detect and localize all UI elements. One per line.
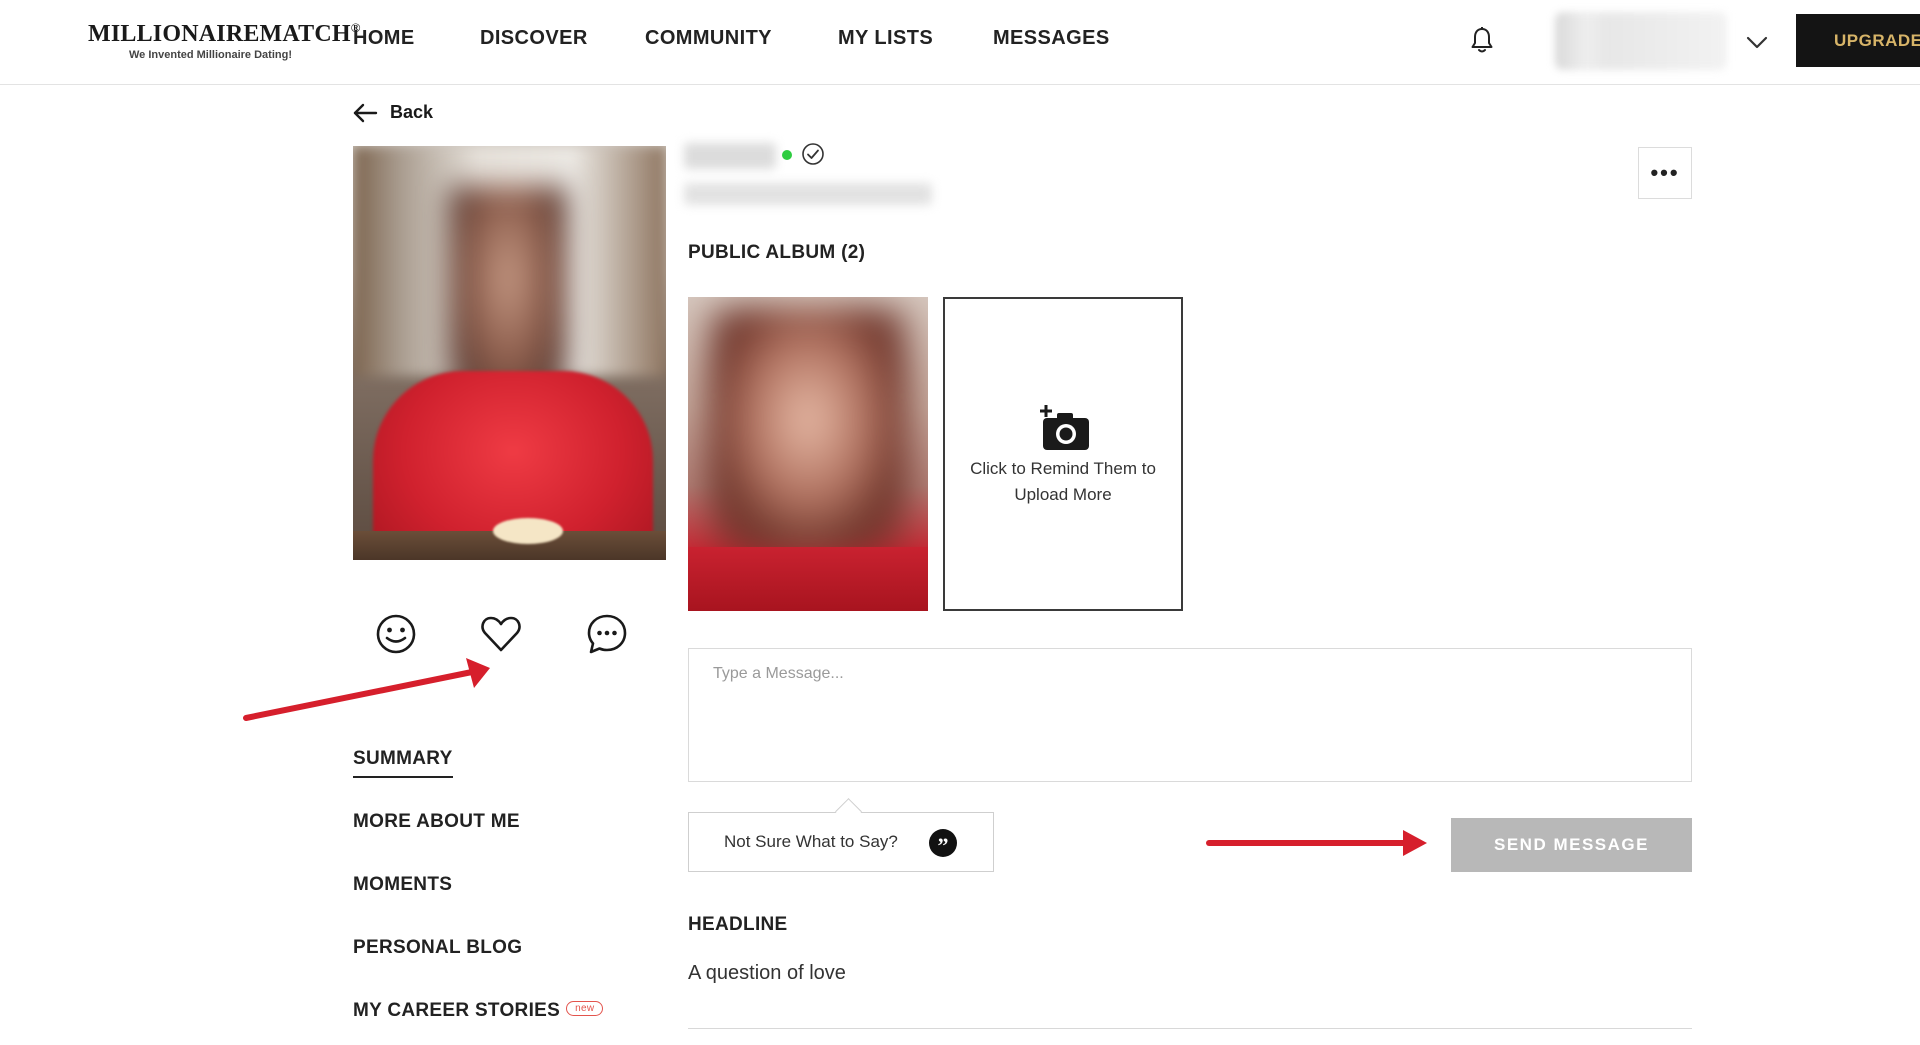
annotation-arrow-to-send xyxy=(1206,830,1427,856)
profile-main-photo[interactable] xyxy=(353,146,666,560)
new-badge: new xyxy=(566,1001,604,1017)
nav-discover[interactable]: DISCOVER xyxy=(480,27,588,50)
logo-tagline: We Invented Millionaire Dating! xyxy=(129,49,292,61)
nav-community[interactable]: COMMUNITY xyxy=(645,27,772,50)
heart-icon[interactable] xyxy=(479,612,523,656)
send-message-button[interactable]: SEND MESSAGE xyxy=(1451,818,1692,872)
more-options-button[interactable]: ••• xyxy=(1638,147,1692,199)
side-menu-my-career-stories[interactable]: MY CAREER STORIES new xyxy=(353,1000,604,1022)
side-menu-summary[interactable]: SUMMARY xyxy=(353,748,453,778)
nav-home[interactable]: HOME xyxy=(353,27,415,50)
online-status-dot xyxy=(782,150,792,160)
public-album-title: PUBLIC ALBUM (2) xyxy=(688,242,866,263)
annotation-arrow-to-heart xyxy=(243,658,490,721)
logo-wordmark: MILLIONAIREMATCH® xyxy=(88,20,361,47)
side-menu-personal-blog[interactable]: PERSONAL BLOG xyxy=(353,937,522,959)
profile-name-redacted xyxy=(684,143,776,169)
side-menu-more-about-me[interactable]: MORE ABOUT ME xyxy=(353,811,520,833)
back-link[interactable]: Back xyxy=(352,102,433,123)
site-logo[interactable]: MILLIONAIREMATCH® We Invented Millionair… xyxy=(88,20,361,61)
message-box xyxy=(688,648,1692,782)
not-sure-label: Not Sure What to Say? xyxy=(724,832,898,851)
upgrade-button[interactable]: UPGRADE xyxy=(1796,14,1920,67)
quote-icon: ” xyxy=(929,829,957,858)
nav-messages[interactable]: MESSAGES xyxy=(993,27,1110,50)
headline-title: HEADLINE xyxy=(688,914,788,935)
smile-icon[interactable] xyxy=(374,612,418,656)
back-label: Back xyxy=(390,102,434,122)
section-divider xyxy=(688,1028,1692,1029)
message-input[interactable] xyxy=(689,649,1691,781)
user-avatar-menu[interactable] xyxy=(1555,12,1727,70)
notification-bell-icon[interactable] xyxy=(1467,25,1497,55)
headline-text: A question of love xyxy=(688,962,846,984)
chat-icon[interactable] xyxy=(585,612,629,656)
nav-my-lists[interactable]: MY LISTS xyxy=(838,27,933,50)
verified-check-icon xyxy=(802,143,824,165)
side-menu-moments[interactable]: MOMENTS xyxy=(353,874,452,896)
not-sure-what-to-say-button[interactable]: Not Sure What to Say? ” xyxy=(688,798,994,872)
side-menu-my-career-stories-label: MY CAREER STORIES xyxy=(353,1000,561,1021)
add-photo-camera-icon xyxy=(1040,405,1089,450)
chevron-down-icon[interactable] xyxy=(1743,28,1771,56)
top-navigation-bar: MILLIONAIREMATCH® We Invented Millionair… xyxy=(0,0,1920,85)
tooltip-caret xyxy=(835,798,862,825)
arrow-left-icon xyxy=(353,103,378,122)
more-options-icon: ••• xyxy=(1650,160,1680,185)
profile-details-redacted xyxy=(684,183,932,205)
remind-upload-card[interactable]: Click to Remind Them to Upload More xyxy=(943,297,1183,611)
remind-upload-text: Click to Remind Them to Upload More xyxy=(970,459,1156,504)
album-photo[interactable] xyxy=(688,297,928,611)
